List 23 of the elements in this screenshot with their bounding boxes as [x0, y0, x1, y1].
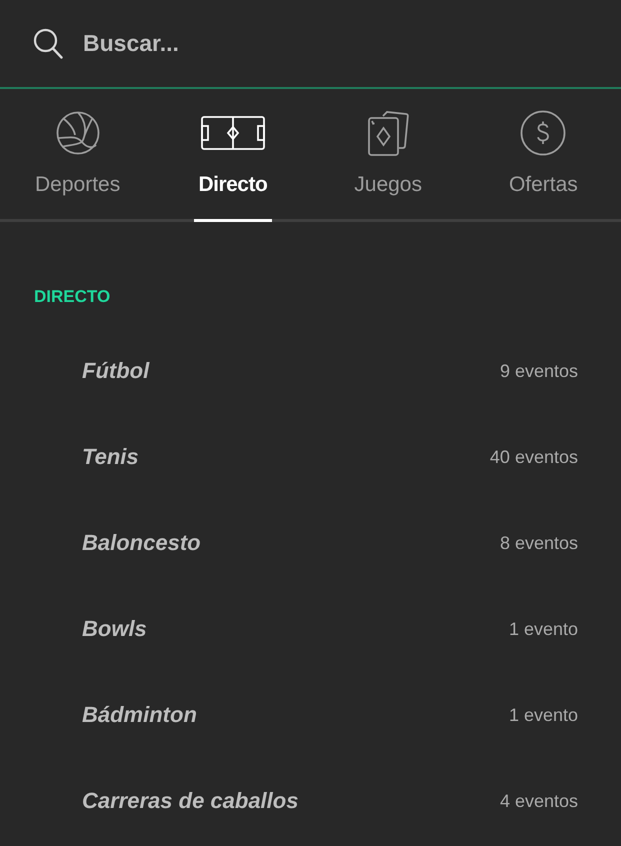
event-count: 40 eventos [490, 446, 578, 468]
tab[interactable]: Deportes [0, 89, 156, 222]
sport-link[interactable]: Bowls [82, 616, 147, 642]
sport-link[interactable]: Fútbol [82, 358, 150, 384]
playing-cards-icon [367, 110, 410, 156]
event-count: 8 eventos [500, 532, 578, 554]
tab[interactable]: Directo [155, 89, 310, 222]
soccer-field-icon [200, 116, 265, 150]
ball-icon [56, 111, 100, 155]
section-heading: DIRECTO [34, 286, 110, 308]
tab[interactable]: Ofertas [466, 89, 621, 222]
sport-link[interactable]: Tenis [82, 444, 139, 470]
event-count: 1 evento [508, 618, 578, 640]
sport-link[interactable]: Bádminton [82, 702, 197, 728]
tab[interactable]: Juegos [310, 89, 466, 222]
search-icon [33, 28, 63, 59]
dollar-coin-icon [520, 110, 566, 156]
search-field[interactable]: Buscar... [83, 24, 563, 64]
event-count: 1 evento [508, 704, 578, 726]
sport-link[interactable]: Baloncesto [82, 530, 201, 556]
sport-link[interactable]: Carreras de caballos [82, 788, 298, 814]
event-count: 4 eventos [500, 790, 578, 812]
event-count: 9 eventos [500, 360, 578, 382]
